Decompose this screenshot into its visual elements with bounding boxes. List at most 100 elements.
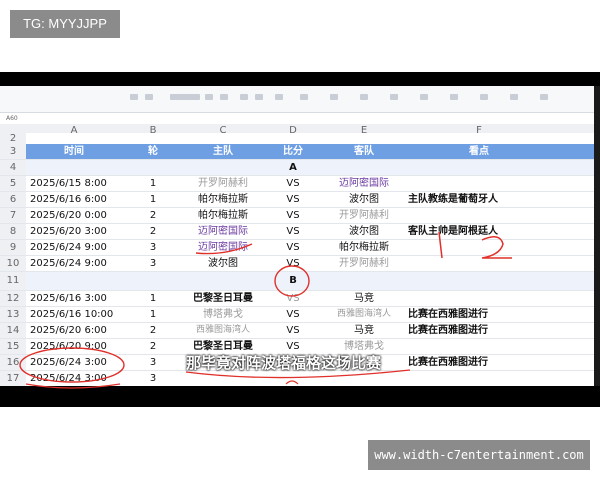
time-cell[interactable]: 2025/6/24 9:00 <box>30 256 107 271</box>
note-cell[interactable]: 比赛在西雅图进行 <box>408 323 488 338</box>
home-cell[interactable]: 帕尔梅拉斯 <box>184 208 262 223</box>
toolbar-icon[interactable] <box>510 94 518 100</box>
round-cell[interactable]: 3 <box>122 371 184 386</box>
time-cell[interactable]: 2025/6/20 6:00 <box>30 323 107 338</box>
away-cell[interactable]: 西雅图海湾人 <box>324 307 404 322</box>
row-number[interactable]: 17 <box>0 371 26 386</box>
round-cell[interactable]: 3 <box>122 240 184 255</box>
home-cell[interactable]: 开罗阿赫利 <box>184 176 262 191</box>
time-cell[interactable]: 2025/6/20 9:00 <box>30 339 107 354</box>
toolbar-icon[interactable] <box>480 94 488 100</box>
toolbar-icon[interactable] <box>255 94 263 100</box>
time-cell[interactable]: 2025/6/20 3:00 <box>30 224 107 239</box>
round-cell[interactable]: 1 <box>122 307 184 322</box>
row-number[interactable]: 3 <box>0 144 26 159</box>
round-cell[interactable]: 2 <box>122 339 184 354</box>
group-label[interactable]: A <box>262 160 324 175</box>
home-cell[interactable]: 帕尔梅拉斯 <box>184 192 262 207</box>
away-cell[interactable]: 迈阿密国际 <box>324 176 404 191</box>
toolbar-icon[interactable] <box>420 94 428 100</box>
toolbar-icon[interactable] <box>300 94 308 100</box>
score-cell[interactable]: VS <box>262 256 324 271</box>
row-number[interactable]: 16 <box>0 355 26 370</box>
group-label[interactable]: B <box>262 272 324 290</box>
row-number[interactable]: 7 <box>0 208 26 223</box>
score-cell[interactable]: VS <box>262 240 324 255</box>
away-cell[interactable]: 马竞 <box>324 323 404 338</box>
table-row: 5 2025/6/15 8:00 1 开罗阿赫利 VS 迈阿密国际 <box>0 176 600 192</box>
away-cell[interactable]: 帕尔梅拉斯 <box>324 240 404 255</box>
round-cell[interactable]: 3 <box>122 256 184 271</box>
row-number[interactable]: 6 <box>0 192 26 207</box>
toolbar-icon[interactable] <box>130 94 138 100</box>
round-cell[interactable]: 1 <box>122 291 184 306</box>
row-number[interactable]: 13 <box>0 307 26 322</box>
home-cell[interactable]: 巴黎圣日耳曼 <box>184 291 262 306</box>
time-cell[interactable]: 2025/6/24 3:00 <box>30 355 107 370</box>
note-cell[interactable]: 比赛在西雅图进行 <box>408 355 488 370</box>
away-cell[interactable]: 开罗阿赫利 <box>324 208 404 223</box>
home-cell[interactable]: 西雅图海湾人 <box>184 323 262 338</box>
score-cell[interactable]: VS <box>262 291 324 306</box>
cell-reference[interactable]: A60 <box>6 115 18 122</box>
note-cell[interactable]: 客队主帅是阿根廷人 <box>408 224 498 239</box>
score-cell[interactable]: VS <box>262 192 324 207</box>
toolbar-icon[interactable] <box>390 94 398 100</box>
away-cell[interactable]: 波尔图 <box>324 224 404 239</box>
round-cell[interactable]: 1 <box>122 192 184 207</box>
toolbar-icon[interactable] <box>540 94 548 100</box>
row-number[interactable]: 2 <box>0 133 26 144</box>
score-cell[interactable]: VS <box>262 307 324 322</box>
toolbar-icon[interactable] <box>220 94 228 100</box>
header-note[interactable]: 看点 <box>404 144 554 159</box>
row-number[interactable]: 15 <box>0 339 26 354</box>
row-number[interactable]: 11 <box>0 272 26 290</box>
font-select[interactable] <box>170 94 200 100</box>
row-number[interactable]: 4 <box>0 160 26 175</box>
round-cell[interactable]: 2 <box>122 224 184 239</box>
home-cell[interactable]: 波尔图 <box>184 256 262 271</box>
home-cell[interactable]: 迈阿密国际 <box>184 224 262 239</box>
row-number[interactable]: 14 <box>0 323 26 338</box>
home-cell[interactable]: 迈阿密国际 <box>184 240 262 255</box>
toolbar-icon[interactable] <box>145 94 153 100</box>
toolbar-icon[interactable] <box>240 94 248 100</box>
score-cell[interactable]: VS <box>262 323 324 338</box>
home-cell[interactable]: 博塔弗戈 <box>184 307 262 322</box>
header-home[interactable]: 主队 <box>184 144 262 159</box>
row-number[interactable]: 9 <box>0 240 26 255</box>
header-round[interactable]: 轮 <box>122 144 184 159</box>
toolbar-icon[interactable] <box>205 94 213 100</box>
time-cell[interactable]: 2025/6/16 10:00 <box>30 307 113 322</box>
toolbar-icon[interactable] <box>360 94 368 100</box>
row-number[interactable]: 10 <box>0 256 26 271</box>
row-number[interactable]: 5 <box>0 176 26 191</box>
time-cell[interactable]: 2025/6/15 8:00 <box>30 176 107 191</box>
round-cell[interactable]: 2 <box>122 208 184 223</box>
toolbar-icon[interactable] <box>330 94 338 100</box>
group-row: 4 A <box>0 160 600 176</box>
header-away[interactable]: 客队 <box>324 144 404 159</box>
round-cell[interactable]: 3 <box>122 355 184 370</box>
header-time[interactable]: 时间 <box>26 144 122 159</box>
time-cell[interactable]: 2025/6/24 9:00 <box>30 240 107 255</box>
score-cell[interactable]: VS <box>262 176 324 191</box>
note-cell[interactable]: 比赛在西雅图进行 <box>408 307 488 322</box>
round-cell[interactable]: 1 <box>122 176 184 191</box>
toolbar-icon[interactable] <box>275 94 283 100</box>
time-cell[interactable]: 2025/6/20 0:00 <box>30 208 107 223</box>
row-number[interactable]: 12 <box>0 291 26 306</box>
away-cell[interactable]: 开罗阿赫利 <box>324 256 404 271</box>
away-cell[interactable]: 马竞 <box>324 291 404 306</box>
row-number[interactable]: 8 <box>0 224 26 239</box>
time-cell[interactable]: 2025/6/16 3:00 <box>30 291 107 306</box>
note-cell[interactable]: 主队教练是葡萄牙人 <box>408 192 498 207</box>
score-cell[interactable]: VS <box>262 208 324 223</box>
header-score[interactable]: 比分 <box>262 144 324 159</box>
round-cell[interactable]: 2 <box>122 323 184 338</box>
time-cell[interactable]: 2025/6/16 6:00 <box>30 192 107 207</box>
time-cell[interactable]: 2025/6/24 3:00 <box>30 371 107 386</box>
away-cell[interactable]: 波尔图 <box>324 192 404 207</box>
score-cell[interactable]: VS <box>262 224 324 239</box>
toolbar-icon[interactable] <box>450 94 458 100</box>
